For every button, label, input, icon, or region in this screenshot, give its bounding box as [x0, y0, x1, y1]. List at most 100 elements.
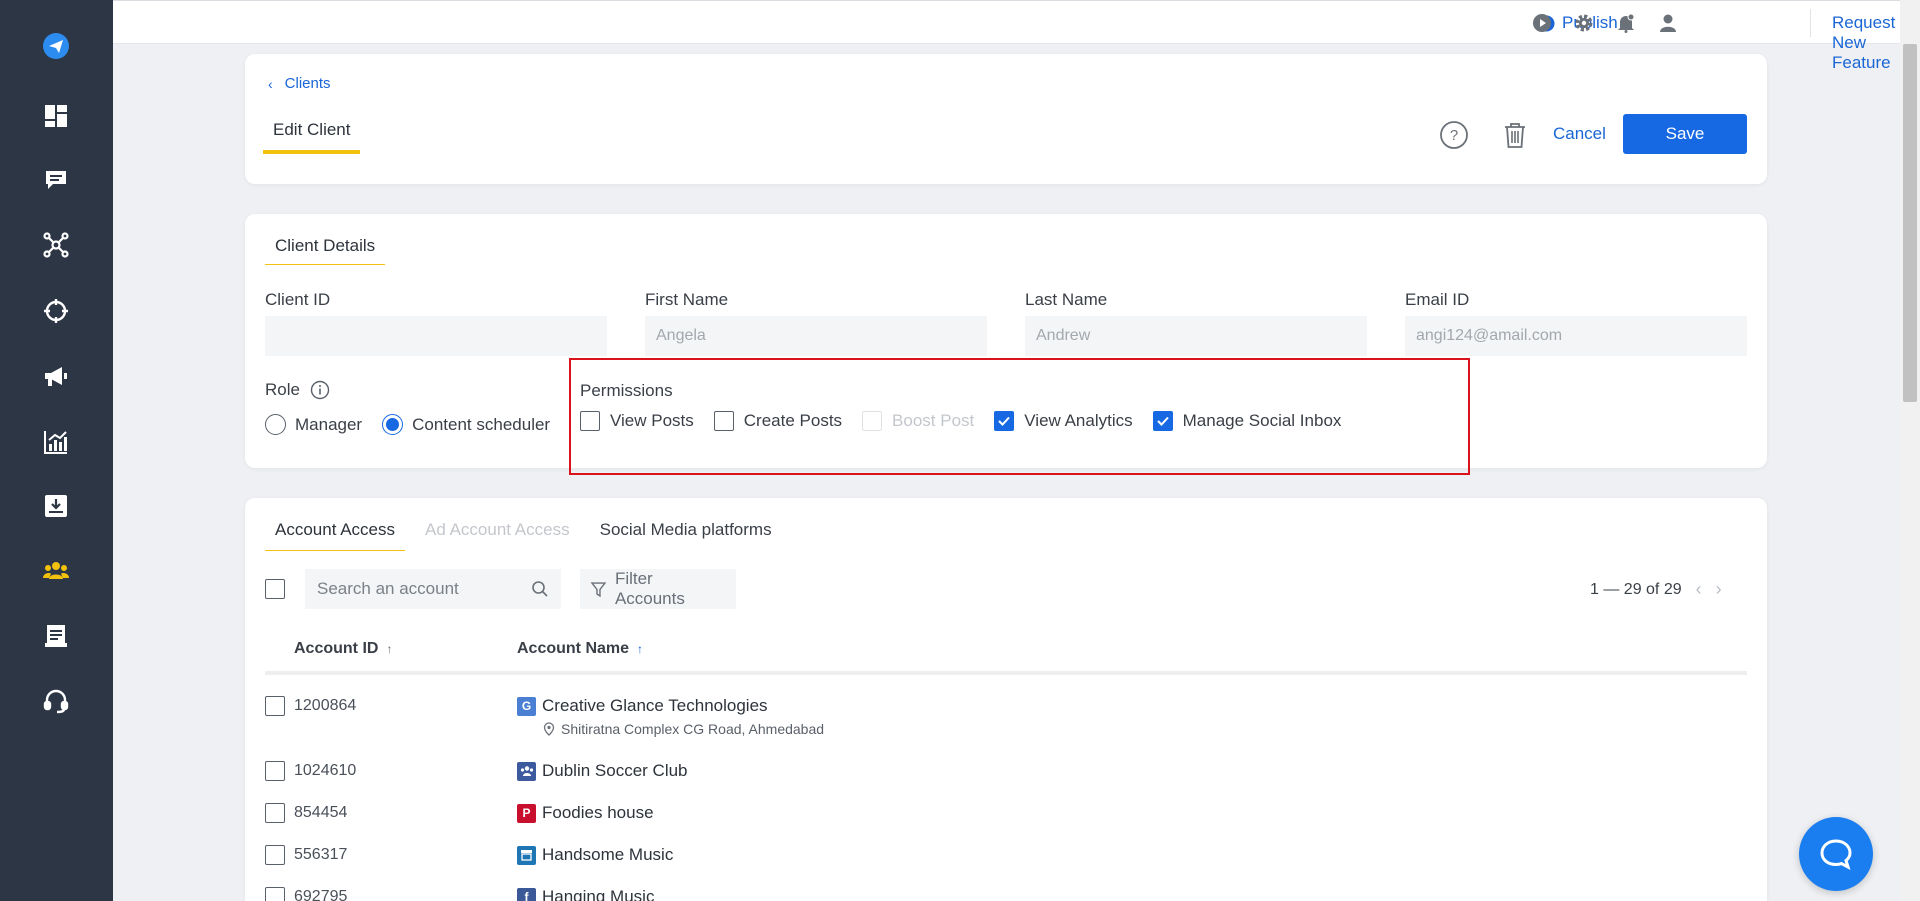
boost-post-checkbox — [862, 411, 883, 431]
account-id: 556317 — [294, 846, 348, 863]
network-icon[interactable] — [36, 225, 76, 265]
role-content-scheduler-radio[interactable] — [382, 414, 404, 435]
role-content-scheduler-label[interactable]: Content scheduler — [412, 415, 550, 435]
account-name[interactable]: Handsome Music — [517, 845, 673, 865]
role-label-text: Role — [265, 380, 300, 399]
last-name-field[interactable]: Andrew — [1025, 316, 1367, 356]
checkmark-icon — [1156, 416, 1169, 426]
column-account-id[interactable]: Account ID ↑ — [294, 640, 392, 658]
client-id-field[interactable] — [265, 316, 607, 356]
account-address: Shitiratna Complex CG Road, Ahmedabad — [543, 721, 824, 737]
row-checkbox[interactable] — [265, 845, 285, 865]
help-icon[interactable]: ? — [1439, 120, 1469, 150]
column-account-name[interactable]: Account Name ↑ — [517, 640, 643, 658]
manage-social-inbox-checkbox[interactable] — [1152, 411, 1173, 431]
request-feature-link[interactable]: Request New Feature — [1832, 13, 1900, 73]
google-business-icon: G — [517, 696, 536, 716]
filter-accounts-label: Filter Accounts — [614, 569, 685, 608]
account-access-card: Account Access Ad Account Access Social … — [245, 498, 1767, 901]
first-name-label: First Name — [645, 290, 729, 309]
gear-icon[interactable] — [1574, 13, 1594, 33]
boost-post-label: Boost Post — [892, 411, 975, 430]
play-icon[interactable] — [1532, 13, 1552, 33]
email-field[interactable]: angi124@amail.com — [1405, 316, 1747, 356]
target-icon[interactable] — [36, 291, 76, 331]
account-name[interactable]: P Foodies house — [517, 803, 654, 823]
last-name-label: Last Name — [1025, 290, 1108, 309]
support-headset-icon[interactable] — [36, 681, 76, 721]
bell-icon[interactable] — [1616, 13, 1636, 33]
permission-view-posts[interactable]: View Posts — [580, 411, 694, 431]
row-checkbox[interactable] — [265, 887, 285, 901]
view-analytics-label: View Analytics — [1024, 411, 1133, 430]
chat-support-button[interactable] — [1799, 817, 1873, 891]
column-account-id-label: Account ID — [294, 640, 379, 657]
save-button[interactable]: Save — [1623, 114, 1747, 154]
role-manager-label[interactable]: Manager — [295, 415, 362, 435]
messages-icon[interactable] — [36, 160, 76, 200]
checkmark-icon — [998, 416, 1010, 426]
account-id: 1200864 — [294, 697, 357, 714]
view-analytics-checkbox[interactable] — [994, 411, 1015, 431]
select-all-checkbox[interactable] — [265, 579, 285, 599]
tab-account-access[interactable]: Account Access — [265, 520, 406, 551]
chevron-right-icon[interactable]: › — [1716, 579, 1722, 600]
scrollbar-thumb[interactable] — [1903, 44, 1917, 402]
pagination: 1 — 29 of 29 ‹ › — [1590, 579, 1722, 600]
account-name-text: Hanging Music — [542, 887, 655, 901]
sidebar — [0, 0, 113, 901]
info-icon[interactable] — [310, 380, 330, 400]
facebook-icon: f — [517, 887, 536, 901]
account-id: 692795 — [294, 888, 348, 901]
analytics-icon[interactable] — [36, 422, 76, 462]
row-checkbox[interactable] — [265, 696, 285, 716]
chevron-left-icon: ‹ — [268, 75, 273, 92]
dashboard-icon[interactable] — [36, 96, 76, 136]
sort-arrow-icon: ↑ — [386, 642, 393, 656]
download-report-icon[interactable] — [36, 486, 76, 526]
account-address-text: Shitiratna Complex CG Road, Ahmedabad — [561, 721, 825, 737]
cancel-button[interactable]: Cancel — [1553, 124, 1606, 144]
permission-boost-post: Boost Post — [862, 411, 974, 431]
header-card: ‹ Clients Edit Client ? Cancel Save — [245, 54, 1767, 184]
user-icon[interactable] — [1658, 13, 1678, 33]
clients-icon[interactable] — [36, 551, 76, 591]
create-posts-checkbox[interactable] — [713, 411, 734, 431]
account-name[interactable]: f Hanging Music — [517, 887, 654, 901]
role-label: Role — [265, 380, 330, 400]
megaphone-icon[interactable] — [36, 356, 76, 396]
breadcrumb-clients[interactable]: Clients — [285, 75, 331, 92]
account-name-text: Creative Glance Technologies — [542, 696, 768, 715]
account-name[interactable]: Dublin Soccer Club — [517, 761, 688, 781]
account-name[interactable]: G Creative Glance Technologies — [517, 696, 768, 716]
filter-icon — [590, 581, 607, 597]
pagination-count: 1 — 29 of 29 — [1590, 580, 1682, 598]
tab-social-media-platforms[interactable]: Social Media platforms — [590, 520, 782, 551]
row-checkbox[interactable] — [265, 803, 285, 823]
search-icon[interactable] — [531, 580, 549, 598]
account-id: 1024610 — [294, 762, 357, 779]
view-posts-checkbox[interactable] — [580, 411, 600, 431]
chevron-left-icon[interactable]: ‹ — [1696, 579, 1702, 600]
trash-icon[interactable] — [1500, 120, 1530, 150]
billing-icon[interactable] — [36, 616, 76, 656]
account-name-text: Foodies house — [542, 803, 654, 822]
permission-manage-social-inbox[interactable]: Manage Social Inbox — [1152, 411, 1341, 431]
permissions-list: View Posts Create Posts Boost Post View … — [580, 411, 1361, 431]
row-checkbox[interactable] — [265, 761, 285, 781]
first-name-field[interactable]: Angela — [645, 316, 987, 356]
search-input[interactable]: Search an account — [305, 569, 561, 609]
tab-ad-account-access: Ad Account Access — [425, 520, 570, 539]
account-name-text: Dublin Soccer Club — [542, 761, 688, 780]
permission-create-posts[interactable]: Create Posts — [713, 411, 842, 431]
view-posts-label: View Posts — [610, 411, 694, 430]
page-title: Edit Client — [263, 120, 361, 154]
permission-view-analytics[interactable]: View Analytics — [994, 411, 1133, 431]
filter-accounts-button[interactable]: Filter Accounts — [580, 569, 736, 609]
role-radio-group: Manager Content scheduler — [265, 414, 550, 435]
access-tabs: Account Access Ad Account Access Social … — [265, 520, 792, 551]
breadcrumb[interactable]: ‹ Clients — [268, 75, 331, 92]
role-manager-radio[interactable] — [265, 414, 286, 435]
store-icon — [517, 845, 536, 865]
logo-icon[interactable] — [36, 26, 76, 66]
